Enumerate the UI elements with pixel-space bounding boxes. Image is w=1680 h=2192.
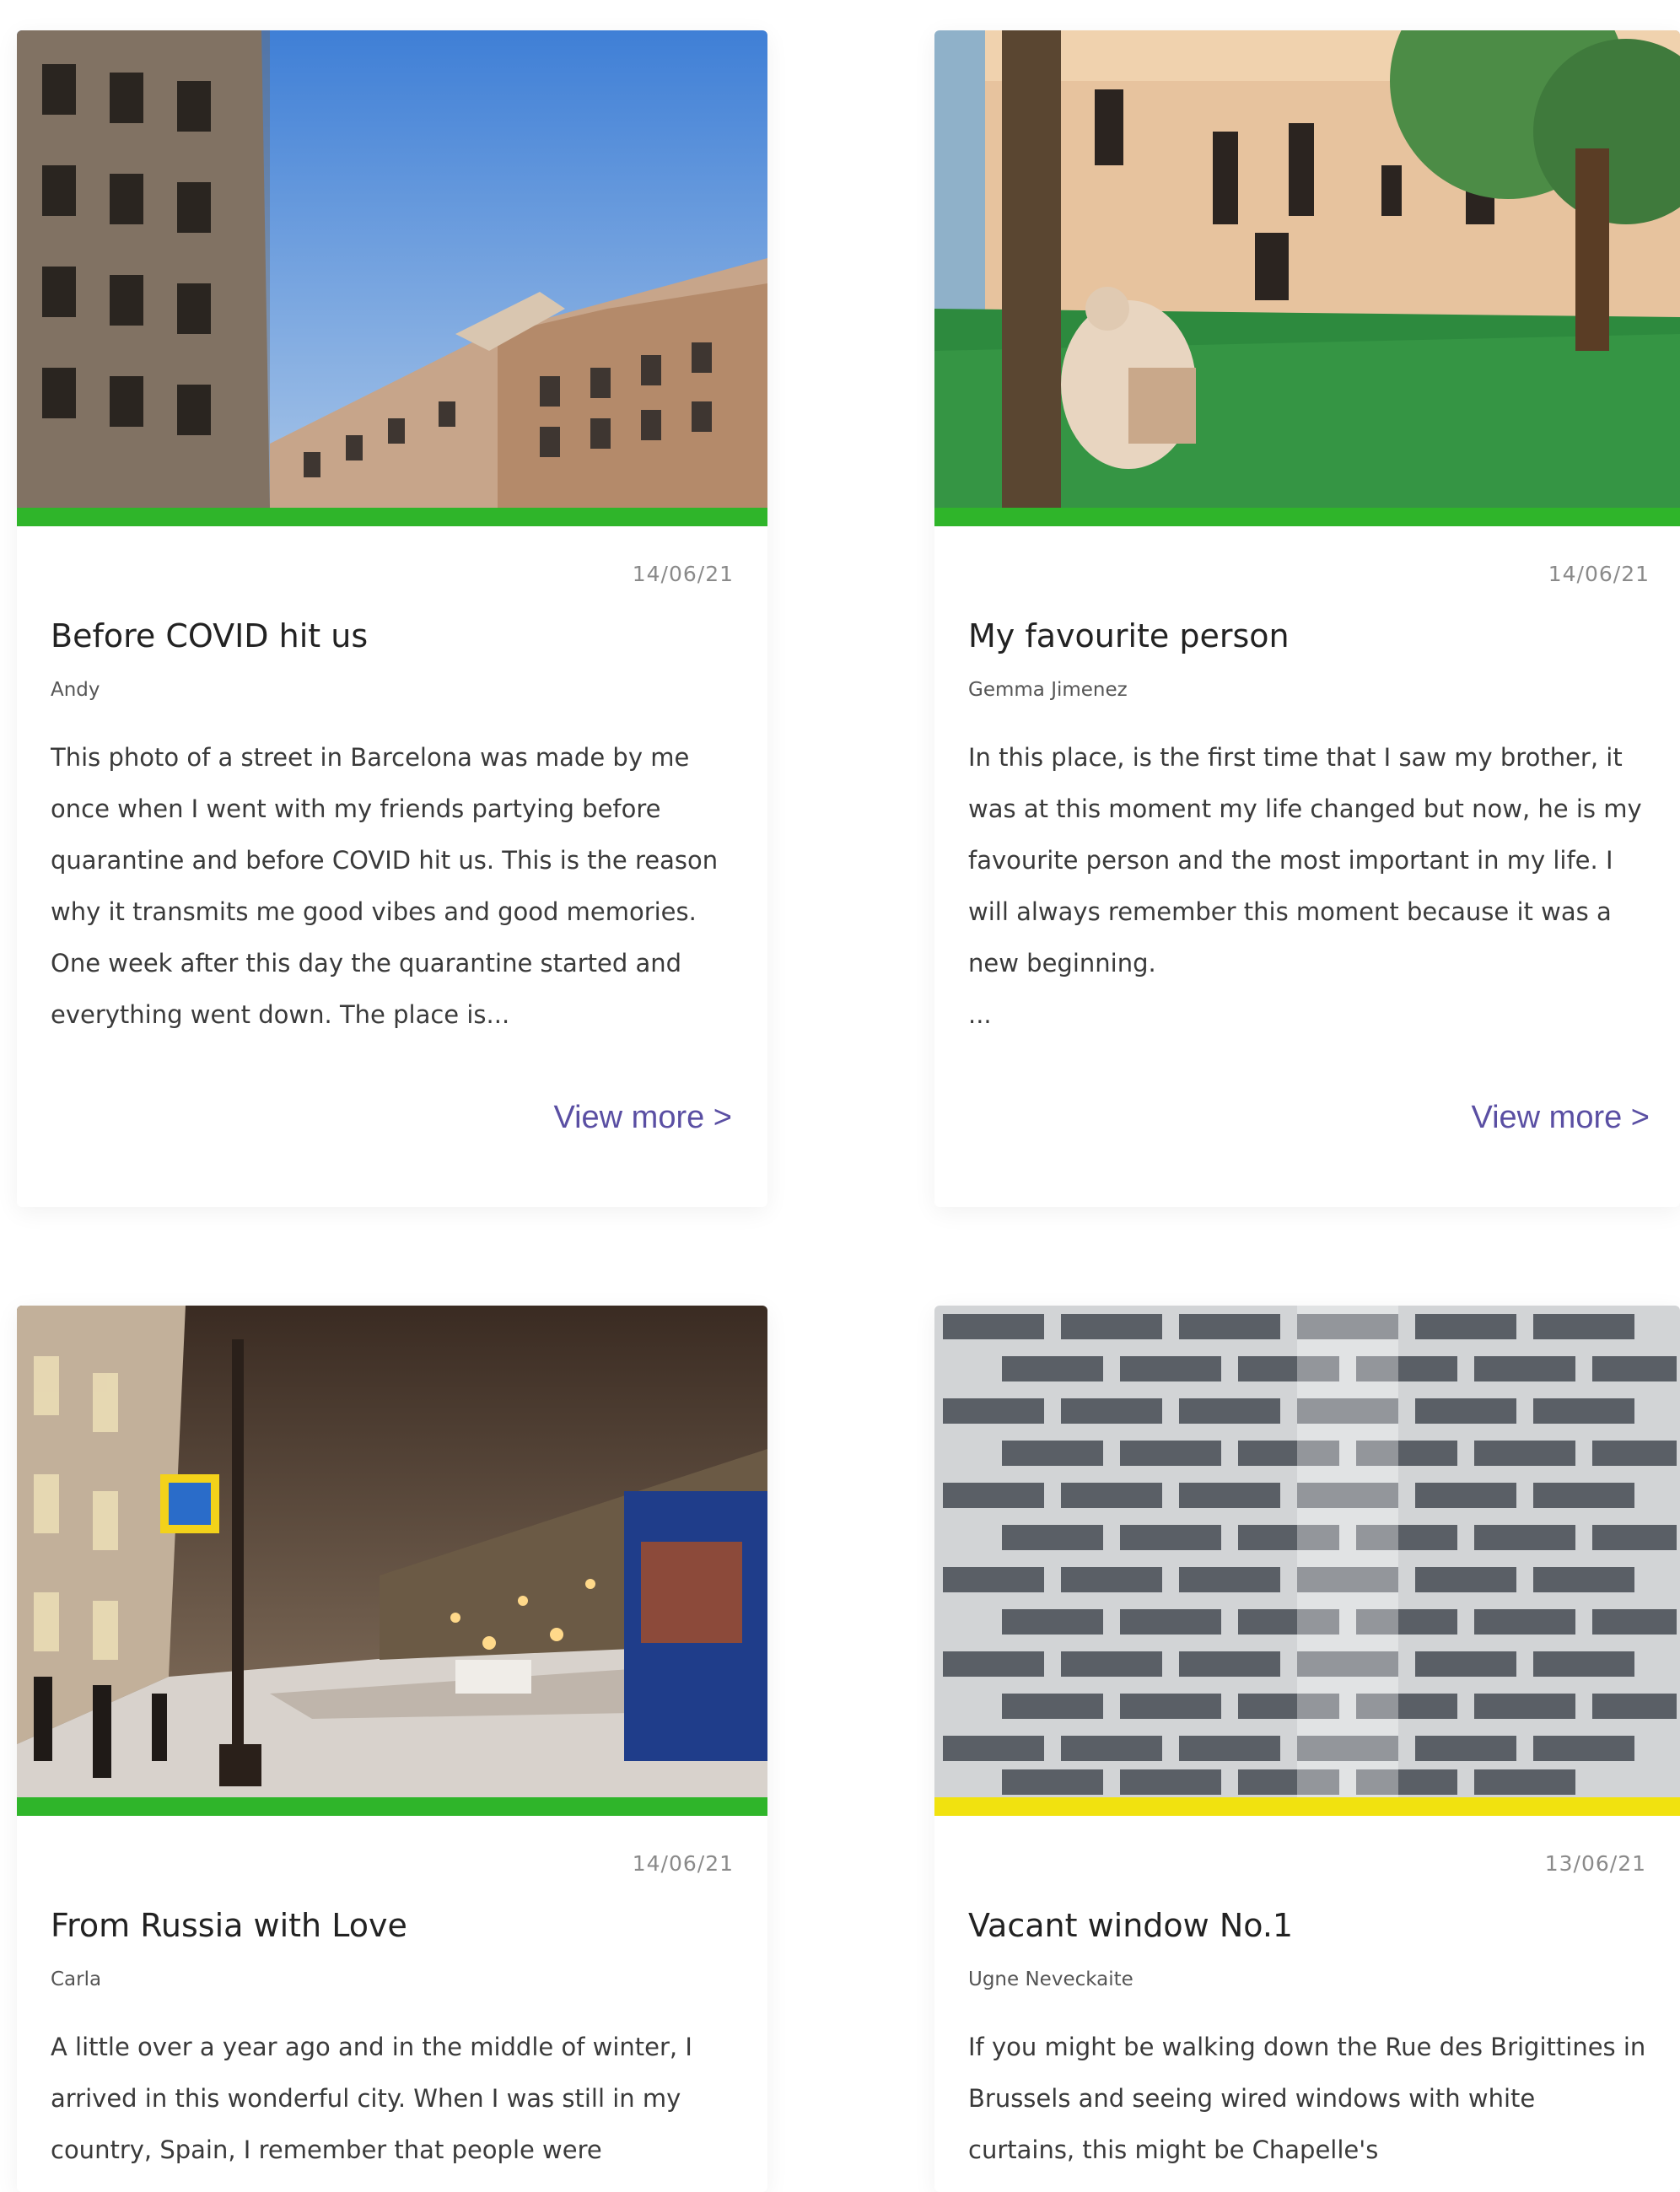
post-author: Ugne Neveckaite [968,1968,1133,1990]
post-excerpt: A little over a year ago and in the midd… [51,2033,692,2164]
post-author: Gemma Jimenez [968,679,1128,701]
view-more-link[interactable]: View more > [553,1100,732,1136]
post-author: Andy [51,679,100,701]
story-card[interactable]: 14/06/21 Before COVID hit us Andy This p… [17,30,767,1207]
card-photo-snowy-street[interactable] [17,1306,767,1797]
post-date: 14/06/21 [632,562,734,586]
story-card[interactable]: 13/06/21 Vacant window No.1 Ugne Nevecka… [934,1306,1680,2192]
card-photo-painted-church[interactable] [934,30,1680,508]
post-date: 14/06/21 [1548,562,1650,586]
card-photo-barcelona-street[interactable] [17,30,767,508]
category-stripe [934,1797,1680,1816]
post-title[interactable]: From Russia with Love [51,1907,734,1944]
post-author: Carla [51,1968,102,1990]
card-grid: 14/06/21 Before COVID hit us Andy This p… [0,0,1680,2192]
category-stripe [17,508,767,526]
category-stripe [934,508,1680,526]
story-card[interactable]: 14/06/21 From Russia with Love Carla A l… [17,1306,767,2192]
story-card[interactable]: 14/06/21 My favourite person Gemma Jimen… [934,30,1680,1207]
view-more-link[interactable]: View more > [1471,1100,1650,1136]
category-stripe [17,1797,767,1816]
post-date: 13/06/21 [1544,1851,1646,1876]
post-date: 14/06/21 [632,1851,734,1876]
post-title[interactable]: My favourite person [968,617,1650,654]
post-title[interactable]: Vacant window No.1 [968,1907,1646,1944]
card-photo-brick-wall[interactable] [934,1306,1680,1797]
post-title[interactable]: Before COVID hit us [51,617,734,654]
post-excerpt: This photo of a street in Barcelona was … [51,743,719,1029]
post-excerpt: In this place, is the first time that I … [968,743,1642,1029]
post-excerpt: If you might be walking down the Rue des… [968,2033,1646,2164]
